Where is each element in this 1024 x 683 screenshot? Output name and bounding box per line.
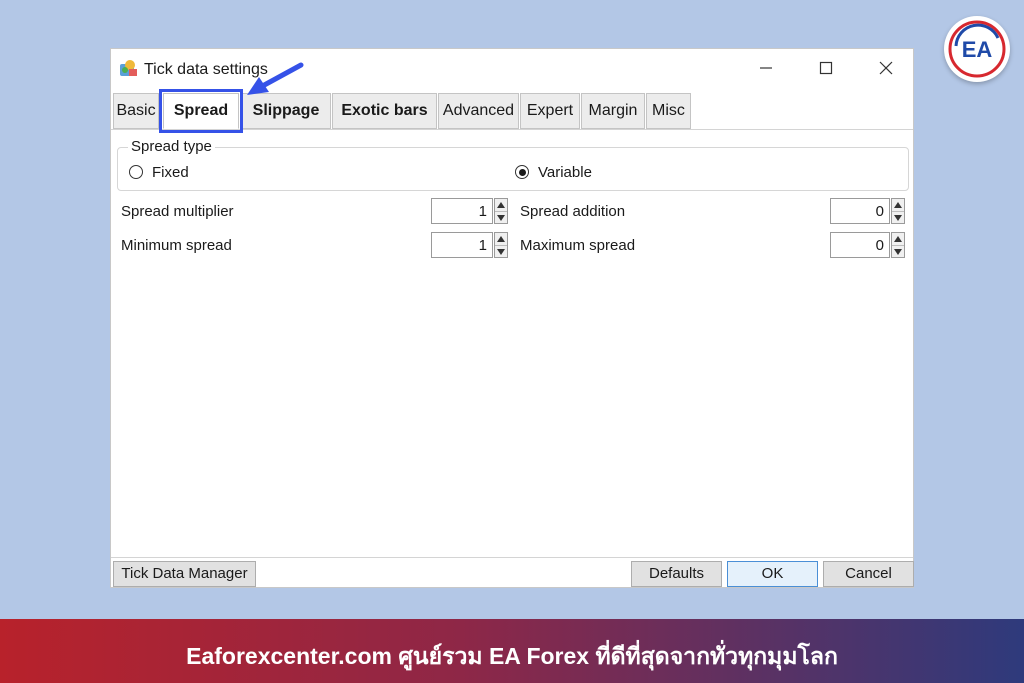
banner-text: Eaforexcenter.com ศูนย์รวม EA Forex ที่ด… — [186, 643, 838, 669]
tick-data-manager-button[interactable]: Tick Data Manager — [113, 561, 256, 587]
spin-down-icon[interactable] — [495, 211, 507, 224]
footer-divider — [111, 557, 913, 558]
title-bar: Tick data settings — [111, 49, 913, 87]
tab-basic[interactable]: Basic — [113, 93, 159, 129]
minimum-spread-label: Minimum spread — [121, 237, 232, 254]
close-icon — [879, 61, 893, 75]
minimum-spread-stepper[interactable] — [494, 232, 508, 258]
promo-banner: Eaforexcenter.com ศูนย์รวม EA Forex ที่ด… — [0, 619, 1024, 683]
ea-logo: EA — [944, 16, 1010, 82]
spread-type-group: Spread type — [117, 138, 909, 191]
tab-expert[interactable]: Expert — [520, 93, 580, 129]
spin-down-icon[interactable] — [892, 245, 904, 258]
spread-multiplier-label: Spread multiplier — [121, 203, 234, 220]
minimum-spread-input[interactable]: 1 — [431, 232, 493, 258]
spin-up-icon[interactable] — [892, 233, 904, 245]
maximum-spread-input[interactable]: 0 — [830, 232, 890, 258]
maximize-button[interactable] — [803, 53, 849, 83]
spin-up-icon[interactable] — [892, 199, 904, 211]
tab-misc[interactable]: Misc — [646, 93, 691, 129]
spread-addition-stepper[interactable] — [891, 198, 905, 224]
cancel-button[interactable]: Cancel — [823, 561, 914, 587]
spin-down-icon[interactable] — [495, 245, 507, 258]
spread-addition-input[interactable]: 0 — [830, 198, 890, 224]
maximum-spread-label: Maximum spread — [520, 237, 636, 254]
spin-up-icon[interactable] — [495, 233, 507, 245]
radio-variable-circle[interactable] — [515, 165, 529, 179]
tab-advanced[interactable]: Advanced — [438, 93, 519, 129]
minimize-icon — [760, 67, 772, 69]
defaults-button[interactable]: Defaults — [631, 561, 722, 587]
spread-tab-highlight — [159, 89, 243, 133]
spread-multiplier-input[interactable]: 1 — [431, 198, 493, 224]
close-button[interactable] — [863, 53, 909, 83]
spread-multiplier-stepper[interactable] — [494, 198, 508, 224]
tab-exotic-bars[interactable]: Exotic bars — [332, 93, 437, 129]
tick-data-settings-dialog: Tick data settings Basic Spread Slippage… — [110, 48, 914, 588]
app-settings-icon — [119, 58, 139, 78]
spread-addition-label: Spread addition — [520, 203, 626, 220]
radio-fixed-circle[interactable] — [129, 165, 143, 179]
maximum-spread-stepper[interactable] — [891, 232, 905, 258]
radio-variable[interactable]: Variable — [515, 163, 592, 181]
spread-type-label: Spread type — [128, 138, 215, 155]
minimize-button[interactable] — [743, 53, 789, 83]
logo-text: EA — [962, 37, 993, 62]
ok-button[interactable]: OK — [727, 561, 818, 587]
tab-margin[interactable]: Margin — [581, 93, 645, 129]
spin-up-icon[interactable] — [495, 199, 507, 211]
radio-variable-label: Variable — [538, 163, 592, 181]
radio-fixed-label: Fixed — [152, 163, 189, 181]
spin-down-icon[interactable] — [892, 211, 904, 224]
maximize-icon — [819, 61, 833, 75]
pointer-arrow-icon — [247, 62, 304, 95]
radio-selected-dot — [518, 168, 526, 176]
radio-fixed[interactable]: Fixed — [129, 163, 189, 181]
